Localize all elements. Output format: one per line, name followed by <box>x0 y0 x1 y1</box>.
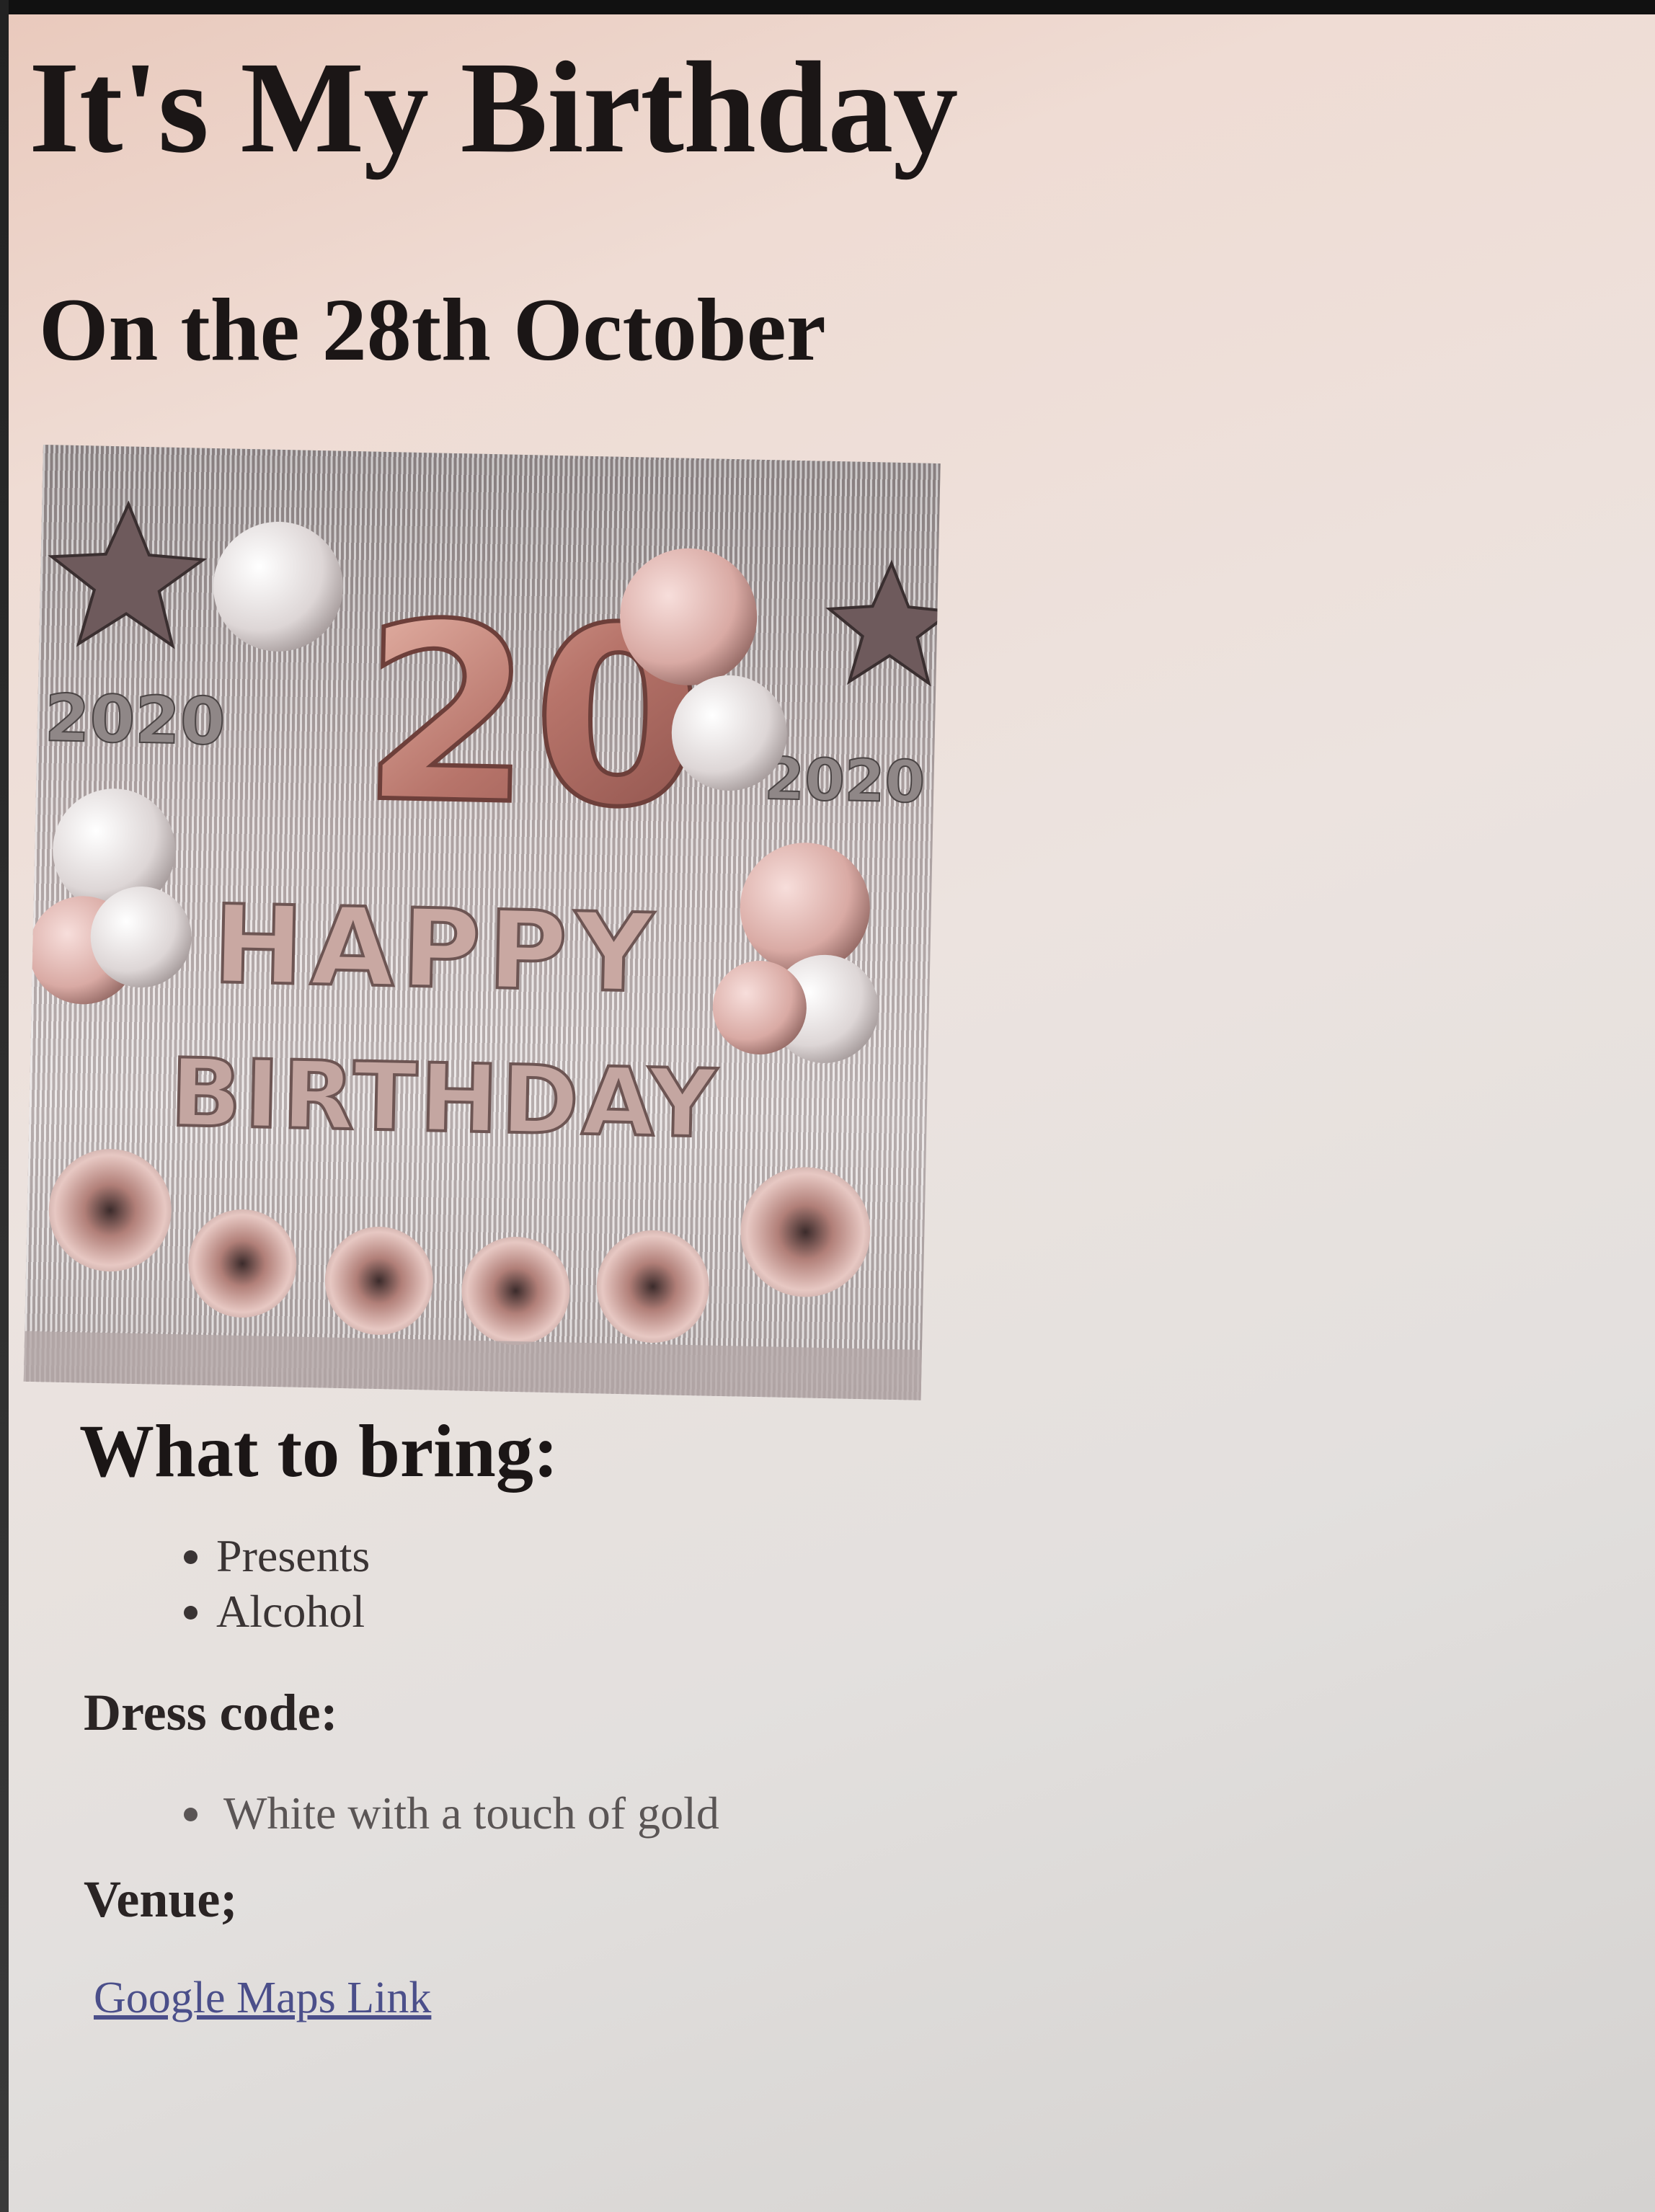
monitor-bezel-left <box>0 0 9 2212</box>
what-to-bring-heading: What to bring: <box>79 1409 559 1493</box>
confetti-balloon <box>461 1236 570 1345</box>
confetti-balloon <box>188 1209 297 1318</box>
banner-birthday: BIRTHDAY <box>169 1037 720 1158</box>
balloon <box>213 521 343 652</box>
star-balloon-right <box>825 559 941 687</box>
page-content: It's My Birthday On the 28th October 20 … <box>23 35 1398 2024</box>
star-balloon-left <box>48 499 208 649</box>
birthday-decoration-image: 20 2020 2020 HAPPY BIRTHDAY <box>23 444 941 1400</box>
floor <box>23 1331 922 1400</box>
confetti-balloon <box>596 1230 709 1343</box>
small-number-right: 2020 <box>764 745 926 816</box>
google-maps-link[interactable]: Google Maps Link <box>94 1973 431 2024</box>
bring-list: Presents Alcohol <box>29 1529 1398 1640</box>
venue-heading: Venue; <box>84 1870 238 1929</box>
birthday-image-art: 20 2020 2020 HAPPY BIRTHDAY <box>23 499 941 1400</box>
confetti-balloon <box>740 1166 871 1297</box>
small-number-left: 2020 <box>44 680 226 760</box>
dress-code-list: White with a touch of gold <box>29 1786 1398 1842</box>
list-item: Alcohol <box>216 1584 1398 1640</box>
date-heading: On the 28th October <box>39 280 826 380</box>
confetti-balloon <box>48 1148 172 1271</box>
page-title: It's My Birthday <box>29 35 958 180</box>
confetti-balloon <box>324 1226 433 1335</box>
list-item: White with a touch of gold <box>216 1786 1398 1842</box>
list-item: Presents <box>216 1529 1398 1584</box>
monitor-bezel-top <box>0 0 1655 14</box>
banner-happy: HAPPY <box>212 882 662 1017</box>
balloon <box>740 842 870 972</box>
dress-code-heading: Dress code: <box>84 1683 338 1741</box>
